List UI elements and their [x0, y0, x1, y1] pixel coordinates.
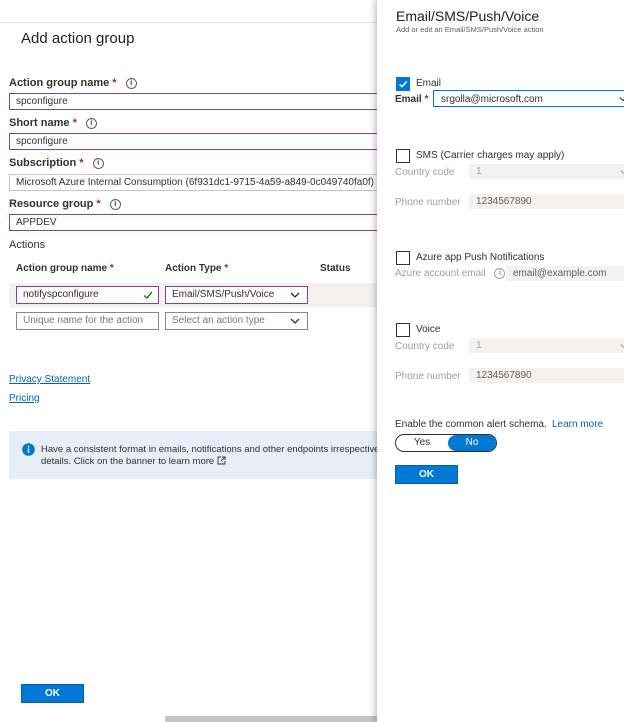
required-marker: * [112, 77, 117, 89]
subscription-label: Subscription * i [9, 157, 104, 169]
push-checkbox-label: Azure app Push Notifications [416, 252, 545, 263]
new-action-type-select[interactable]: Select an action type [165, 312, 308, 330]
voice-country-code-value: 1 [476, 340, 482, 351]
toggle-option-no[interactable]: No [448, 435, 496, 451]
email-sms-push-voice-panel [377, 0, 624, 722]
push-account-email-label-text: Azure account email [395, 268, 486, 280]
subscription-select[interactable]: Microsoft Azure Internal Consumption (6f… [9, 174, 377, 191]
column-header-type: Action Type * [165, 263, 228, 274]
panel-subtitle: Add or edit an Email/SMS/Push/Voice acti… [396, 25, 544, 34]
common-alert-schema-toggle[interactable]: Yes No [395, 434, 497, 452]
required-marker: * [224, 263, 229, 274]
required-marker: * [424, 94, 429, 105]
chevron-down-icon [290, 318, 300, 324]
banner-text-line1: Have a consistent format in emails, noti… [41, 444, 377, 455]
action-name-input[interactable]: notifyspconfigure [16, 286, 159, 304]
privacy-statement-link[interactable]: Privacy Statement [9, 374, 90, 385]
required-marker: * [72, 117, 77, 129]
external-link-icon [217, 456, 226, 465]
action-group-name-label: Action group name * i [9, 77, 137, 89]
sms-checkbox[interactable] [396, 149, 410, 163]
short-name-input[interactable]: spconfigure [9, 133, 377, 150]
short-name-label: Short name * i [9, 117, 97, 129]
action-name-value: notifyspconfigure [23, 289, 99, 300]
info-circle-icon [22, 443, 35, 456]
push-account-email-label: Azure account email i [395, 268, 506, 280]
column-header-type-text: Action Type [165, 263, 222, 274]
checkmark-icon [399, 80, 408, 88]
banner-text: Have a consistent format in emails, noti… [41, 444, 377, 468]
toggle-option-yes[interactable]: Yes [396, 435, 448, 451]
required-marker: * [96, 198, 101, 210]
common-alert-schema-label: Enable the common alert schema. [395, 419, 547, 430]
column-header-status: Status [320, 263, 351, 274]
banner-text-line2: details. Click on the banner to learn mo… [41, 456, 377, 468]
new-action-type-placeholder: Select an action type [172, 315, 265, 326]
voice-country-code-label: Country code [395, 341, 455, 352]
info-icon[interactable]: i [494, 268, 506, 279]
subscription-label-text: Subscription [9, 157, 77, 169]
voice-phone-number-label: Phone number [395, 371, 461, 382]
action-group-name-input[interactable]: spconfigure [9, 93, 377, 110]
email-input-value: srgolla@microsoft.com [441, 94, 543, 105]
new-action-name-input[interactable]: Unique name for the action [16, 312, 159, 330]
email-checkbox[interactable] [396, 77, 410, 91]
resource-group-label-text: Resource group [9, 198, 94, 210]
chevron-down-icon [620, 169, 624, 175]
push-account-email-input[interactable]: email@example.com [506, 266, 624, 281]
sms-country-code-value: 1 [476, 166, 482, 177]
email-checkbox-label: Email [416, 78, 442, 89]
email-field-label-text: Email [395, 94, 422, 105]
banner-text-line2-value: details. Click on the banner to learn mo… [41, 456, 215, 467]
pricing-link[interactable]: Pricing [9, 393, 40, 404]
info-icon[interactable]: i [92, 157, 104, 169]
email-input[interactable]: srgolla@microsoft.com [433, 90, 624, 107]
push-checkbox[interactable] [396, 251, 410, 265]
info-icon[interactable]: i [85, 117, 97, 129]
required-marker: * [109, 263, 114, 274]
sms-checkbox-label: SMS (Carrier charges may apply) [416, 150, 565, 161]
chevron-down-icon [619, 96, 624, 102]
add-action-group-blade: Add action group Action group name * i s… [0, 0, 377, 722]
short-name-label-text: Short name [9, 117, 70, 129]
sms-phone-number-input[interactable]: 1234567890 [469, 194, 624, 209]
info-icon[interactable]: i [125, 77, 137, 89]
blade-top-divider [0, 22, 377, 23]
required-marker: * [79, 157, 84, 169]
voice-phone-number-input[interactable]: 1234567890 [469, 368, 624, 383]
ok-button[interactable]: OK [21, 684, 84, 703]
panel-title: Email/SMS/Push/Voice [396, 8, 540, 24]
actions-section-title: Actions [9, 239, 46, 251]
blade-title: Add action group [21, 30, 135, 47]
panel-ok-button[interactable]: OK [395, 465, 458, 484]
sms-country-code-select[interactable]: 1 [469, 164, 624, 179]
resource-group-select[interactable]: APPDEV [9, 214, 377, 231]
chevron-down-icon [290, 292, 300, 298]
email-field-label: Email * [395, 94, 428, 105]
action-type-select[interactable]: Email/SMS/Push/Voice [165, 286, 308, 304]
action-type-value: Email/SMS/Push/Voice [172, 289, 275, 300]
chevron-down-icon [620, 343, 624, 349]
resource-group-label: Resource group * i [9, 198, 121, 210]
horizontal-scrollbar[interactable] [165, 716, 377, 722]
new-action-name-placeholder: Unique name for the action [23, 315, 144, 326]
sms-phone-number-label: Phone number [395, 197, 461, 208]
voice-country-code-select[interactable]: 1 [469, 338, 624, 353]
info-icon[interactable]: i [109, 198, 121, 210]
sms-country-code-label: Country code [395, 167, 455, 178]
voice-checkbox-label: Voice [416, 324, 441, 335]
action-group-name-label-text: Action group name [9, 77, 110, 89]
learn-more-link[interactable]: Learn more [552, 419, 603, 430]
checkmark-icon [143, 291, 153, 299]
column-header-name: Action group name * [16, 263, 114, 274]
alert-schema-banner[interactable]: Have a consistent format in emails, noti… [9, 431, 377, 479]
voice-checkbox[interactable] [396, 323, 410, 337]
column-header-name-text: Action group name [16, 263, 108, 274]
